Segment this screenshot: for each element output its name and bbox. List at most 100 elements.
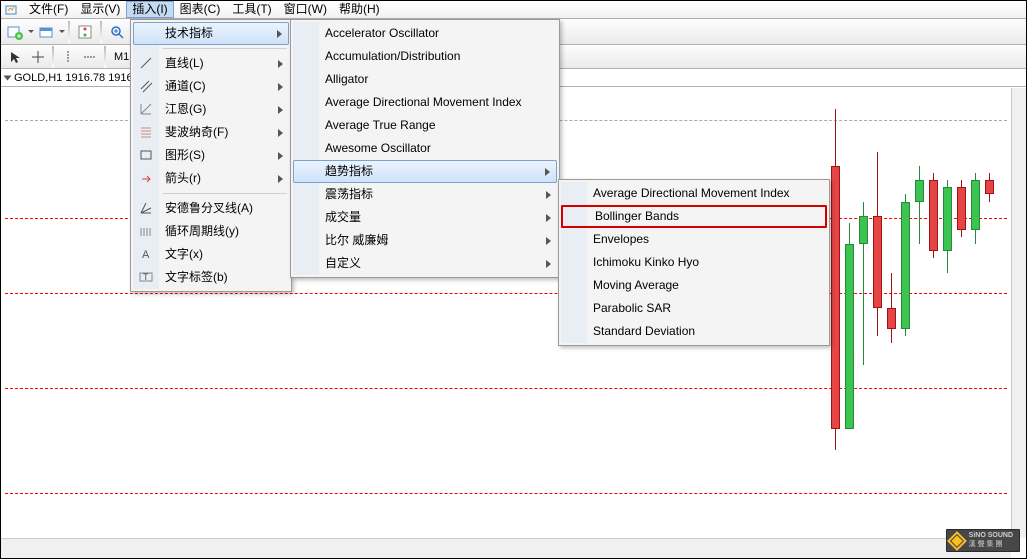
- fibo-icon: [138, 124, 154, 140]
- menu-item-label: 文字(x): [165, 243, 203, 266]
- menu-item[interactable]: Accumulation/Distribution: [293, 45, 557, 68]
- profiles-btn[interactable]: [35, 21, 57, 43]
- menu-item[interactable]: Accelerator Oscillator: [293, 22, 557, 45]
- submenu-arrow-icon: [278, 52, 283, 75]
- menu-item-label: Alligator: [325, 68, 368, 91]
- menu-item[interactable]: Average True Range: [293, 114, 557, 137]
- menu-item[interactable]: 震荡指标: [293, 183, 557, 206]
- menu-item[interactable]: Moving Average: [561, 274, 827, 297]
- menu-item[interactable]: Standard Deviation: [561, 320, 827, 343]
- new-chart-btn[interactable]: [4, 21, 26, 43]
- submenu-arrow-icon: [278, 167, 283, 190]
- shape-icon: [138, 147, 154, 163]
- submenu-arrow-icon: [546, 183, 551, 206]
- dropdown-arrow[interactable]: [58, 30, 65, 33]
- menu-item[interactable]: 自定义: [293, 252, 557, 275]
- market-watch-btn[interactable]: [74, 21, 96, 43]
- menu-item[interactable]: T 文字标签(b): [133, 266, 289, 289]
- menu-item-label: 趋势指标: [325, 161, 373, 182]
- menu-item-label: 成交量: [325, 206, 361, 229]
- menu-图表(C)[interactable]: 图表(C): [174, 1, 227, 18]
- menu-item[interactable]: Envelopes: [561, 228, 827, 251]
- cursor-btn[interactable]: [6, 46, 26, 68]
- menu-item-label: 直线(L): [165, 52, 204, 75]
- crosshair-btn[interactable]: [28, 46, 48, 68]
- menu-item-label: 安德鲁分叉线(A): [165, 197, 253, 220]
- text-icon: A: [138, 246, 154, 262]
- submenu-arrow-icon: [278, 144, 283, 167]
- indicators-submenu: Accelerator OscillatorAccumulation/Distr…: [290, 19, 560, 278]
- hline-btn[interactable]: [80, 46, 100, 68]
- menu-item-label: Bollinger Bands: [595, 205, 679, 228]
- menu-item[interactable]: 图形(S): [133, 144, 289, 167]
- menu-item[interactable]: 趋势指标: [293, 160, 557, 183]
- collapse-icon[interactable]: [4, 75, 12, 80]
- menu-item[interactable]: Ichimoku Kinko Hyo: [561, 251, 827, 274]
- candles: [827, 88, 1007, 538]
- menu-item[interactable]: 斐波纳奇(F): [133, 121, 289, 144]
- menu-item-label: Average True Range: [325, 114, 436, 137]
- label-icon: T: [138, 269, 154, 285]
- menu-item-label: Accumulation/Distribution: [325, 45, 460, 68]
- dropdown-arrow[interactable]: [27, 30, 34, 33]
- submenu-arrow-icon: [545, 161, 550, 182]
- app-icon: [5, 3, 19, 17]
- watermark: SiNO SOUND 漢 聲 集 團: [946, 529, 1020, 552]
- menu-item[interactable]: 通道(C): [133, 75, 289, 98]
- submenu-arrow-icon: [278, 98, 283, 121]
- menu-item[interactable]: Average Directional Movement Index: [561, 182, 827, 205]
- menu-item-label: 自定义: [325, 252, 361, 275]
- menu-item[interactable]: Awesome Oscillator: [293, 137, 557, 160]
- submenu-arrow-icon: [546, 229, 551, 252]
- menu-显示(V)[interactable]: 显示(V): [74, 1, 126, 18]
- menu-item-label: Average Directional Movement Index: [325, 91, 522, 114]
- submenu-arrow-icon: [546, 252, 551, 275]
- menu-item-label: 文字标签(b): [165, 266, 228, 289]
- svg-text:T: T: [143, 272, 149, 282]
- menu-item-label: 通道(C): [165, 75, 206, 98]
- line-icon: [138, 55, 154, 71]
- menu-item[interactable]: A 文字(x): [133, 243, 289, 266]
- app-window: 文件(F)显示(V)插入(I)图表(C)工具(T)窗口(W)帮助(H) M1M5…: [0, 0, 1027, 559]
- menu-插入(I)[interactable]: 插入(I): [126, 1, 173, 18]
- submenu-arrow-icon: [278, 75, 283, 98]
- symbol-bid: 1916.78: [65, 72, 105, 84]
- menu-item-label: 震荡指标: [325, 183, 373, 206]
- channel-icon: [138, 78, 154, 94]
- menu-item[interactable]: 江恩(G): [133, 98, 289, 121]
- vline-btn[interactable]: [58, 46, 78, 68]
- scrollbar-vertical[interactable]: [1011, 88, 1026, 538]
- zoom-in-btn[interactable]: [106, 21, 128, 43]
- menu-item-label: 技术指标: [165, 23, 213, 44]
- menu-item[interactable]: 成交量: [293, 206, 557, 229]
- menu-item-label: 循环周期线(y): [165, 220, 239, 243]
- menu-item[interactable]: Average Directional Movement Index: [293, 91, 557, 114]
- trend-submenu: Average Directional Movement IndexBollin…: [558, 179, 830, 346]
- menu-item[interactable]: Parabolic SAR: [561, 297, 827, 320]
- menu-item[interactable]: 安德鲁分叉线(A): [133, 197, 289, 220]
- menu-item[interactable]: 直线(L): [133, 52, 289, 75]
- submenu-arrow-icon: [277, 23, 282, 44]
- andrews-icon: [138, 200, 154, 216]
- submenu-arrow-icon: [278, 121, 283, 144]
- menu-item-label: Parabolic SAR: [593, 297, 671, 320]
- menu-item[interactable]: Alligator: [293, 68, 557, 91]
- menu-文件(F)[interactable]: 文件(F): [23, 1, 74, 18]
- arrow-icon: [138, 170, 154, 186]
- symbol-name: GOLD,H1: [14, 72, 62, 84]
- menu-item-label: Accelerator Oscillator: [325, 22, 439, 45]
- menu-帮助(H)[interactable]: 帮助(H): [333, 1, 386, 18]
- menu-工具(T)[interactable]: 工具(T): [226, 1, 277, 18]
- menu-窗口(W)[interactable]: 窗口(W): [278, 1, 333, 18]
- scrollbar-horizontal[interactable]: [1, 538, 1011, 558]
- menu-item[interactable]: 箭头(r): [133, 167, 289, 190]
- menu-item-label: Average Directional Movement Index: [593, 182, 790, 205]
- menu-item[interactable]: 比尔 威廉姆: [293, 229, 557, 252]
- menu-item-label: Moving Average: [593, 274, 679, 297]
- menu-item-label: Ichimoku Kinko Hyo: [593, 251, 699, 274]
- menubar: 文件(F)显示(V)插入(I)图表(C)工具(T)窗口(W)帮助(H): [1, 1, 1026, 19]
- menu-item[interactable]: 循环周期线(y): [133, 220, 289, 243]
- menu-item[interactable]: Bollinger Bands: [561, 205, 827, 228]
- svg-text:A: A: [142, 249, 150, 261]
- menu-item[interactable]: 技术指标: [133, 22, 289, 45]
